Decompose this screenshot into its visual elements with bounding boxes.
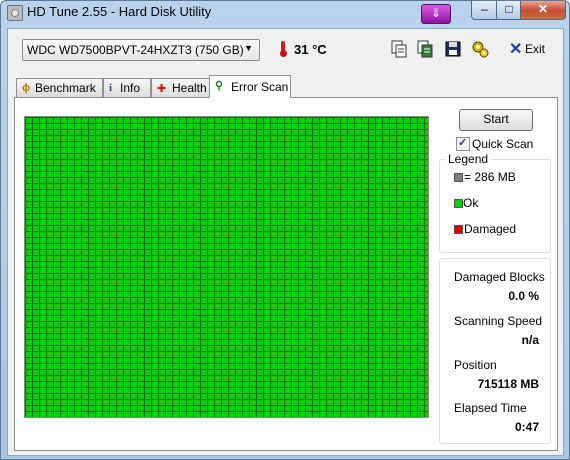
elapsed-time-label: Elapsed Time xyxy=(454,401,527,415)
drive-select[interactable]: WDC WD7500BPVT-24HXZT3 (750 GB) ▼ xyxy=(22,39,260,61)
legend-label: = 286 MB xyxy=(464,170,516,184)
damaged-blocks-label: Damaged Blocks xyxy=(454,270,545,284)
exit-button[interactable]: ✕ Exit xyxy=(503,39,553,59)
close-button[interactable]: ✕ xyxy=(520,1,566,20)
tab-error-scan-label: Error Scan xyxy=(231,80,289,94)
client-area: WDC WD7500BPVT-24HXZT3 (750 GB) ▼ 31 °C xyxy=(7,28,564,456)
options-icon[interactable] xyxy=(470,39,490,59)
legend-group: Legend = 286 MB Ok Damaged xyxy=(439,152,551,253)
benchmark-icon: ϕ xyxy=(22,82,31,94)
legend-label: Damaged xyxy=(464,222,517,236)
tab-info[interactable]: i Info xyxy=(103,78,151,97)
exit-label: Exit xyxy=(525,42,546,56)
tab-info-label: Info xyxy=(120,81,141,95)
start-button[interactable]: Start xyxy=(459,109,533,131)
error-scan-panel: Start Quick Scan Legend = 286 MB Ok Dama… xyxy=(14,97,558,451)
copy-icon[interactable] xyxy=(389,39,409,59)
window-title: HD Tune 2.55 - Hard Disk Utility xyxy=(27,4,212,19)
exit-icon: ✕ xyxy=(509,41,523,58)
tab-health[interactable]: ✚ Health xyxy=(151,78,211,97)
maximize-button[interactable]: □ xyxy=(496,1,522,20)
checkbox-checked-icon xyxy=(456,136,470,151)
scanning-speed-label: Scanning Speed xyxy=(454,314,543,328)
copy-all-icon[interactable] xyxy=(415,39,435,59)
tab-strip: ϕ Benchmark i Info ✚ Health ⚲ Error Scan xyxy=(16,75,316,98)
green-swatch-icon xyxy=(454,199,463,208)
scanning-speed-value: n/a xyxy=(521,333,539,347)
tab-health-label: Health xyxy=(172,81,207,95)
elapsed-time-value: 0:47 xyxy=(514,420,539,434)
health-icon: ✚ xyxy=(157,83,167,95)
chevron-down-icon: ▼ xyxy=(244,43,253,53)
temperature-readout: 31 °C xyxy=(294,42,327,57)
tab-benchmark-label: Benchmark xyxy=(35,81,96,95)
position-label: Position xyxy=(454,358,497,372)
tab-benchmark[interactable]: ϕ Benchmark xyxy=(16,78,103,97)
drive-select-value: WDC WD7500BPVT-24HXZT3 (750 GB) xyxy=(27,43,244,57)
minimize-button[interactable]: – xyxy=(471,1,498,20)
title-bar[interactable]: HD Tune 2.55 - Hard Disk Utility ⇓ – □ ✕ xyxy=(1,1,569,24)
damaged-blocks-value: 0.0 % xyxy=(508,289,539,303)
gray-swatch-icon xyxy=(454,173,463,182)
scan-stats-group: Damaged Blocks 0.0 % Scanning Speed n/a … xyxy=(439,258,551,444)
quick-scan-label: Quick Scan xyxy=(472,137,534,151)
scan-block-map xyxy=(24,116,429,418)
pin-button[interactable]: ⇓ xyxy=(421,4,451,24)
app-window: HD Tune 2.55 - Hard Disk Utility ⇓ – □ ✕… xyxy=(0,0,570,460)
tab-error-scan[interactable]: ⚲ Error Scan xyxy=(209,75,291,98)
red-swatch-icon xyxy=(454,225,463,234)
legend-label: Ok xyxy=(463,196,479,210)
hdd-app-icon xyxy=(7,5,23,21)
position-value: 715118 MB xyxy=(477,377,539,391)
save-icon[interactable] xyxy=(443,39,463,59)
thermometer-icon xyxy=(280,41,287,57)
magnifier-icon: ⚲ xyxy=(215,80,224,92)
info-icon: i xyxy=(109,82,113,94)
legend-title: Legend xyxy=(445,152,492,166)
